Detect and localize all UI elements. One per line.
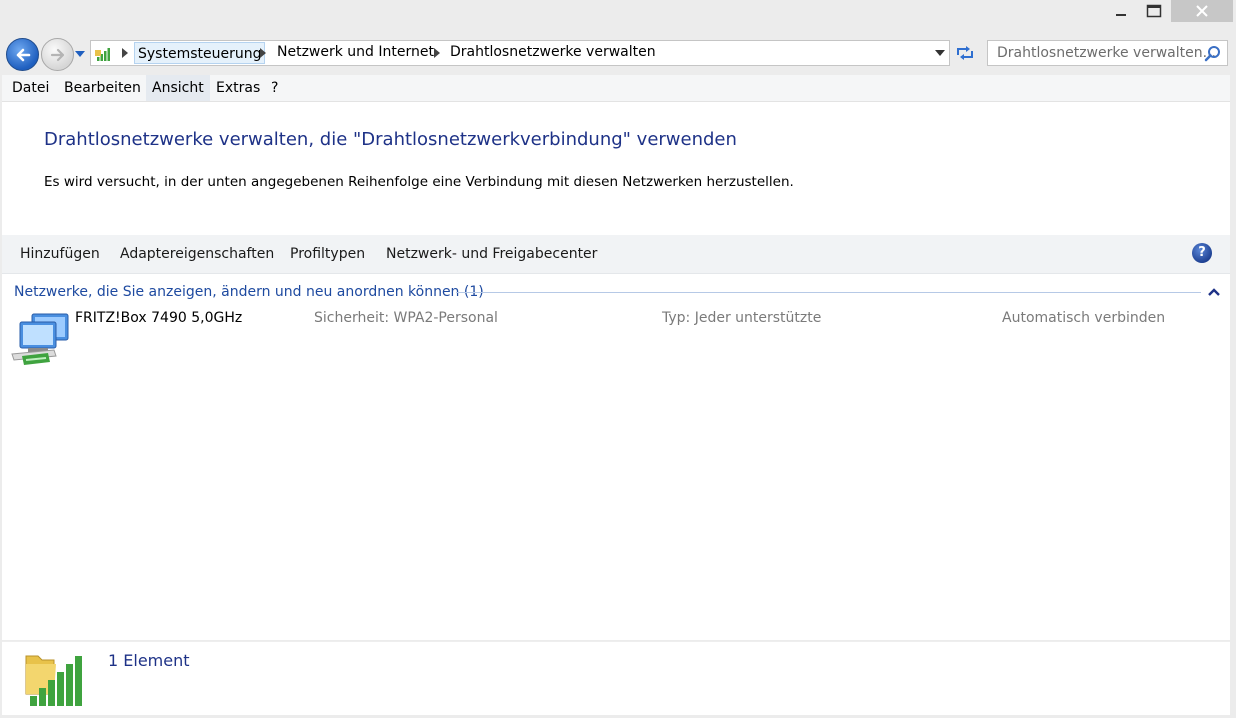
forward-arrow-icon xyxy=(50,48,64,61)
title-bar xyxy=(0,0,1236,38)
close-button[interactable] xyxy=(1171,0,1233,22)
group-header[interactable]: Netzwerke, die Sie anzeigen, ändern und … xyxy=(14,284,484,300)
back-button[interactable] xyxy=(6,38,39,71)
network-signal-icon xyxy=(95,48,110,61)
adapter-properties-button[interactable]: Adaptereigenschaften xyxy=(120,235,274,273)
maximize-icon xyxy=(1146,4,1162,18)
maximize-button[interactable] xyxy=(1140,0,1168,22)
add-button[interactable]: Hinzufügen xyxy=(20,235,100,273)
breadcrumb-netzwerk-und-internet[interactable]: Netzwerk und Internet xyxy=(277,44,434,60)
minimize-icon xyxy=(1116,14,1126,16)
close-icon xyxy=(1196,5,1208,17)
menu-extras[interactable]: Extras xyxy=(210,75,266,101)
menu-bar: Datei Bearbeiten Ansicht Extras ? xyxy=(2,75,1230,102)
breadcrumb-separator-icon[interactable] xyxy=(434,48,440,58)
network-type: Typ: Jeder unterstützte xyxy=(662,310,822,326)
page-title: Drahtlosnetzwerke verwalten, die "Drahtl… xyxy=(44,129,737,150)
network-security: Sicherheit: WPA2-Personal xyxy=(314,310,498,326)
chevron-up-icon[interactable] xyxy=(1207,285,1221,299)
back-arrow-icon xyxy=(16,48,30,61)
page-description: Es wird versucht, in der unten angegeben… xyxy=(44,174,794,190)
breadcrumb-systemsteuerung[interactable]: Systemsteuerung xyxy=(134,42,266,64)
search-icon[interactable] xyxy=(1204,45,1222,63)
address-bar[interactable]: Systemsteuerung Netzwerk und Internet Dr… xyxy=(90,40,950,66)
list-item[interactable]: FRITZ!Box 7490 5,0GHz Sicherheit: WPA2-P… xyxy=(8,308,1218,370)
command-bar: Hinzufügen Adaptereigenschaften Profilty… xyxy=(2,235,1230,274)
chevron-down-icon xyxy=(75,51,85,57)
menu-bearbeiten[interactable]: Bearbeiten xyxy=(58,75,147,101)
item-count: 1 Element xyxy=(108,651,190,670)
main-content: Drahtlosnetzwerke verwalten, die "Drahtl… xyxy=(2,102,1230,640)
breadcrumb-drahtlosnetzwerke-verwalten[interactable]: Drahtlosnetzwerke verwalten xyxy=(450,44,656,60)
network-name: FRITZ!Box 7490 5,0GHz xyxy=(75,310,243,326)
forward-button[interactable] xyxy=(41,38,74,71)
menu-datei[interactable]: Datei xyxy=(6,75,55,101)
profile-types-button[interactable]: Profiltypen xyxy=(290,235,365,273)
minimize-button[interactable] xyxy=(1107,0,1135,22)
menu-ansicht[interactable]: Ansicht xyxy=(146,75,210,101)
network-sharing-center-button[interactable]: Netzwerk- und Freigabecenter xyxy=(386,235,597,273)
network-connection-mode: Automatisch verbinden xyxy=(1002,310,1166,326)
search-placeholder: Drahtlosnetzwerke verwalten... xyxy=(997,45,1216,61)
breadcrumb-separator-icon[interactable] xyxy=(260,48,266,58)
help-icon[interactable]: ? xyxy=(1192,243,1212,263)
address-dropdown-button[interactable] xyxy=(933,46,947,60)
search-input[interactable]: Drahtlosnetzwerke verwalten... xyxy=(987,40,1228,66)
refresh-button[interactable] xyxy=(953,43,977,63)
group-divider xyxy=(456,292,1201,293)
network-folder-icon xyxy=(25,655,82,706)
menu-help[interactable]: ? xyxy=(265,75,284,101)
status-bar: 1 Element xyxy=(2,641,1230,715)
wireless-network-icon xyxy=(11,313,69,365)
breadcrumb-separator-icon xyxy=(122,48,128,58)
refresh-icon xyxy=(957,46,973,60)
recent-locations-button[interactable] xyxy=(73,47,87,61)
chevron-down-icon xyxy=(935,50,945,56)
